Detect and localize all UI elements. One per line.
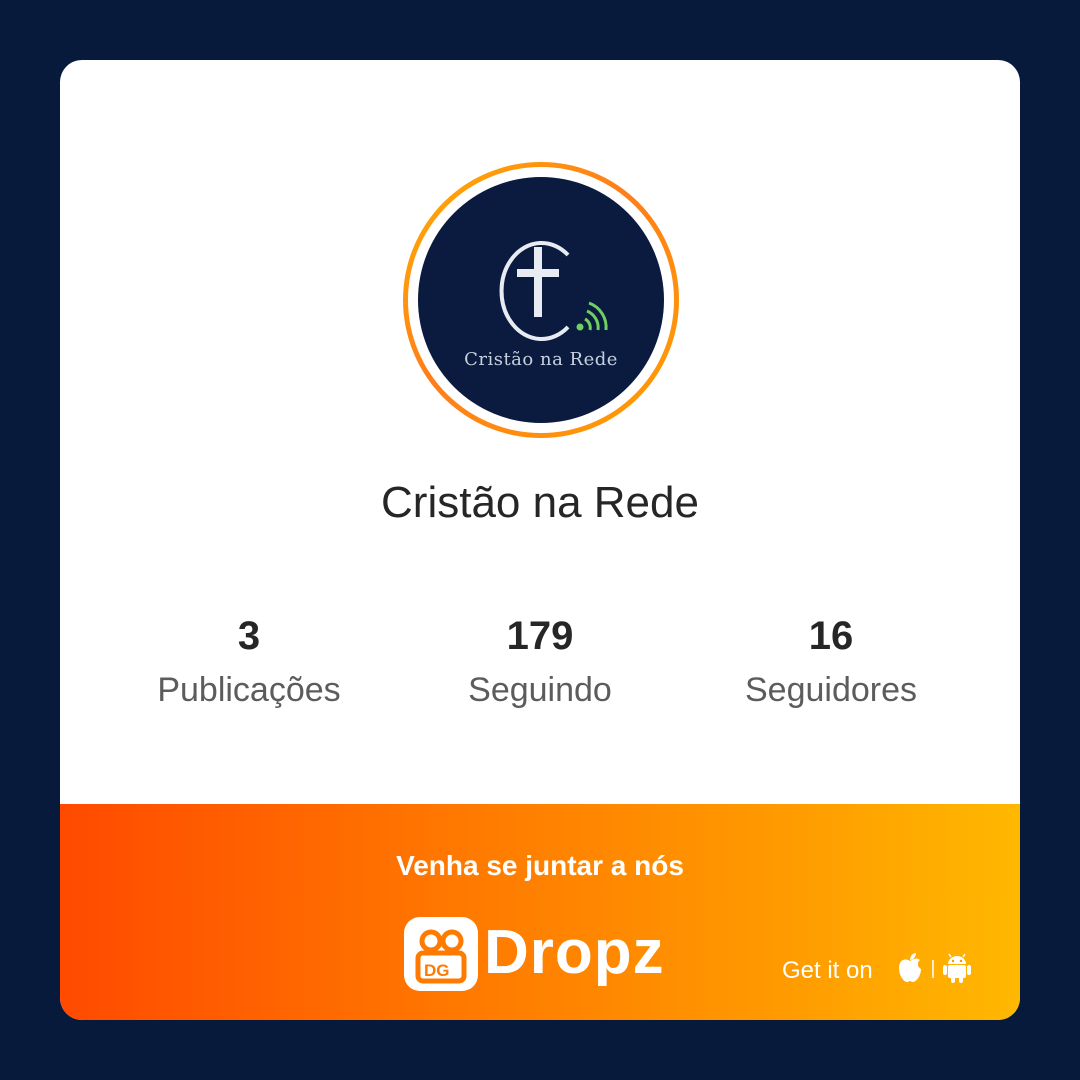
profile-card: Cristão na Rede Cristão na Rede 3 Public… xyxy=(60,60,1020,1020)
promo-banner[interactable]: Venha se juntar a nós DG Dropz Get it on xyxy=(60,804,1020,1020)
profile-name: Cristão na Rede xyxy=(381,478,699,527)
stat-seguindo[interactable]: 179 Seguindo xyxy=(390,612,690,714)
dropz-logo-icon: DG xyxy=(404,917,478,991)
android-icon[interactable] xyxy=(942,952,972,984)
stat-value: 179 xyxy=(506,614,574,658)
stat-value: 3 xyxy=(237,614,261,658)
cross-wifi-logo-icon xyxy=(499,241,608,341)
stat-label: Seguidores xyxy=(744,671,917,709)
avatar-caption: Cristão na Rede xyxy=(464,349,618,370)
get-it-on-label: Get it on xyxy=(782,957,873,984)
stat-seguidores[interactable]: 16 Seguidores xyxy=(681,612,981,714)
apple-icon[interactable] xyxy=(896,952,924,984)
stat-label: Publicações xyxy=(157,671,341,709)
stat-label: Seguindo xyxy=(468,671,612,709)
avatar-ring: Cristão na Rede xyxy=(403,162,679,438)
svg-text:DG: DG xyxy=(424,961,450,980)
banner-call-to-action: Venha se juntar a nós xyxy=(396,850,684,881)
avatar[interactable]: Cristão na Rede xyxy=(418,177,664,423)
stat-publicacoes[interactable]: 3 Publicações xyxy=(99,612,399,714)
stat-value: 16 xyxy=(808,614,854,658)
store-separator xyxy=(932,960,934,978)
dropz-wordmark: Dropz xyxy=(484,918,665,987)
